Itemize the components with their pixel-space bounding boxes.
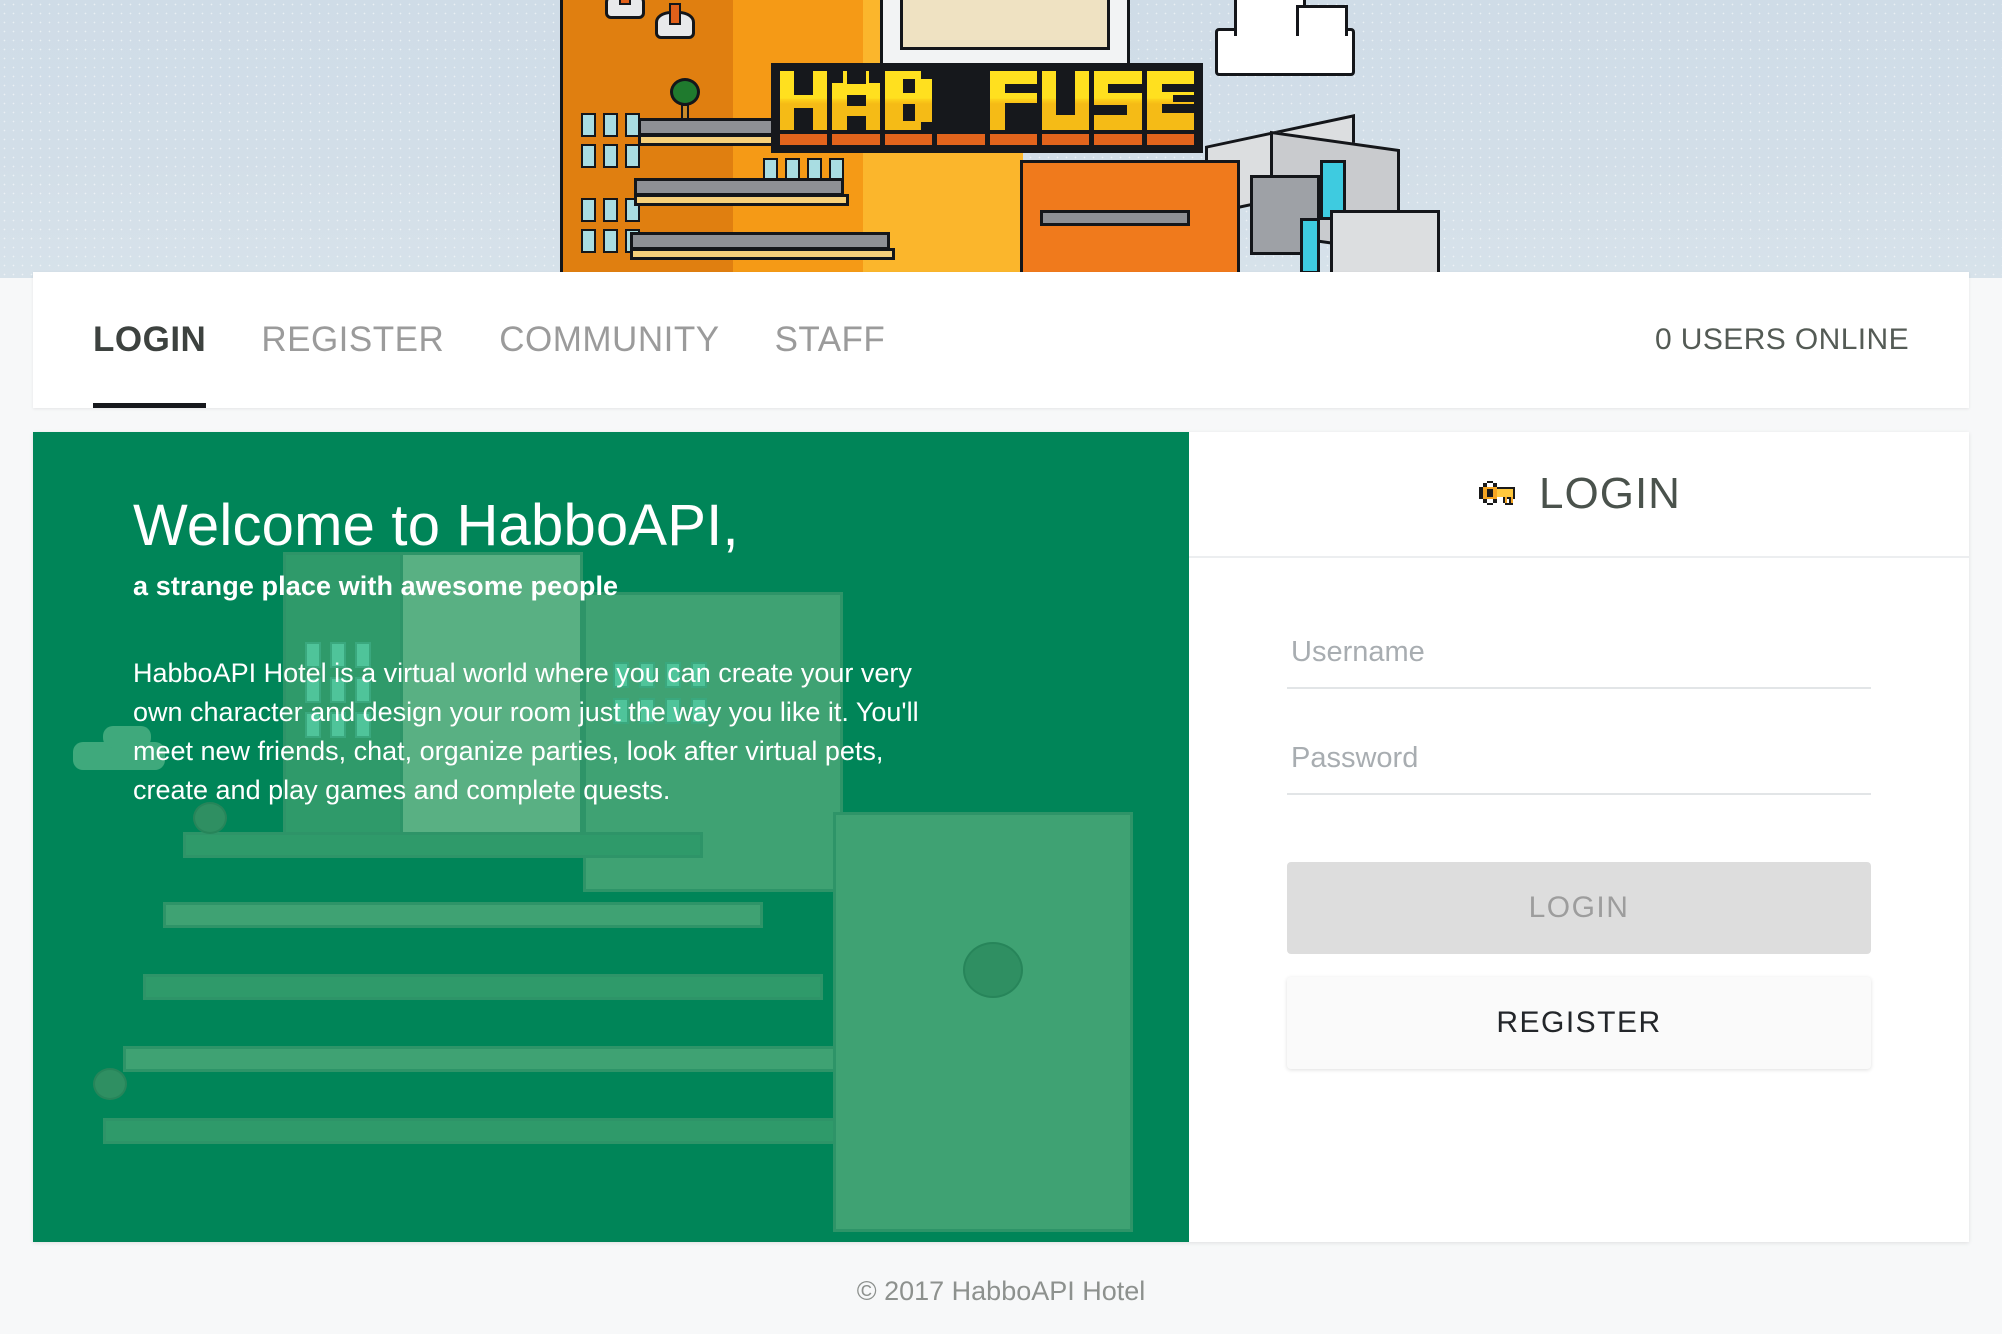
logo-letter-e bbox=[1146, 71, 1194, 145]
login-form: LOGIN REGISTER bbox=[1189, 558, 1969, 1069]
balcony bbox=[163, 902, 763, 928]
balcony bbox=[123, 1046, 883, 1072]
logo-letter-a bbox=[832, 71, 880, 145]
users-online-counter: 0 USERS ONLINE bbox=[1654, 323, 1909, 356]
login-button[interactable]: LOGIN bbox=[1287, 862, 1871, 954]
tree-icon bbox=[681, 104, 689, 120]
balcony bbox=[183, 832, 703, 858]
welcome-subtitle: a strange place with awesome people bbox=[133, 570, 619, 601]
main-panel: Welcome to HabboAPI, a strange place wit… bbox=[33, 432, 1969, 1242]
cloud-icon bbox=[1215, 0, 1355, 76]
waterfall bbox=[1300, 218, 1320, 274]
welcome-panel: Welcome to HabboAPI, a strange place wit… bbox=[33, 432, 1189, 1242]
logo-letter-gap bbox=[937, 71, 985, 145]
login-panel: LOGIN LOGIN REGISTER bbox=[1189, 432, 1969, 1242]
nav-item-staff[interactable]: STAFF bbox=[775, 272, 886, 408]
rock bbox=[1330, 210, 1440, 278]
nav-item-login[interactable]: LOGIN bbox=[93, 272, 207, 408]
logo-letter-s bbox=[1094, 71, 1142, 145]
welcome-description: HabboAPI Hotel is a virtual world where … bbox=[133, 657, 919, 805]
login-panel-header: LOGIN bbox=[1189, 432, 1969, 558]
username-input[interactable] bbox=[1287, 636, 1871, 689]
copyright-text: © 2017 HabboAPI Hotel bbox=[856, 1276, 1146, 1306]
nav-item-register-label: REGISTER bbox=[261, 320, 445, 359]
nav-item-community-label: COMMUNITY bbox=[499, 320, 720, 359]
balcony-rail bbox=[630, 248, 895, 260]
tree-icon bbox=[670, 78, 700, 106]
nav-item-community[interactable]: COMMUNITY bbox=[499, 272, 719, 408]
hero-banner bbox=[0, 0, 2002, 278]
tree-icon bbox=[963, 942, 1023, 998]
nav-item-staff-label: STAFF bbox=[774, 320, 886, 359]
logo-letter-b bbox=[884, 71, 933, 145]
register-button[interactable]: REGISTER bbox=[1287, 977, 1871, 1069]
key-icon bbox=[1477, 481, 1517, 507]
nav-item-register[interactable]: REGISTER bbox=[261, 272, 444, 408]
nav-items: LOGIN REGISTER COMMUNITY STAFF bbox=[33, 272, 940, 408]
nav-item-login-label: LOGIN bbox=[93, 320, 207, 359]
password-input[interactable] bbox=[1287, 742, 1871, 795]
footer: © 2017 HabboAPI Hotel bbox=[0, 1276, 2002, 1307]
balcony bbox=[103, 1118, 943, 1144]
balcony bbox=[1040, 210, 1190, 226]
hotel-annex bbox=[833, 812, 1133, 1232]
roof-garden bbox=[900, 0, 1110, 50]
username-field-wrapper bbox=[1287, 636, 1871, 689]
password-field-wrapper bbox=[1287, 742, 1871, 795]
logo-letter-f bbox=[989, 71, 1037, 145]
logo-letter-u bbox=[1041, 71, 1090, 145]
main-navigation: LOGIN REGISTER COMMUNITY STAFF 0 USERS O… bbox=[33, 272, 1969, 408]
balcony bbox=[143, 974, 823, 1000]
logo-letter-h bbox=[780, 71, 828, 145]
balcony-rail bbox=[634, 194, 849, 206]
welcome-copy: Welcome to HabboAPI, a strange place wit… bbox=[33, 432, 1189, 809]
login-panel-title: LOGIN bbox=[1539, 469, 1681, 518]
site-logo bbox=[771, 63, 1203, 153]
welcome-title: Welcome to HabboAPI, bbox=[133, 493, 739, 558]
tree-icon bbox=[93, 1068, 127, 1100]
